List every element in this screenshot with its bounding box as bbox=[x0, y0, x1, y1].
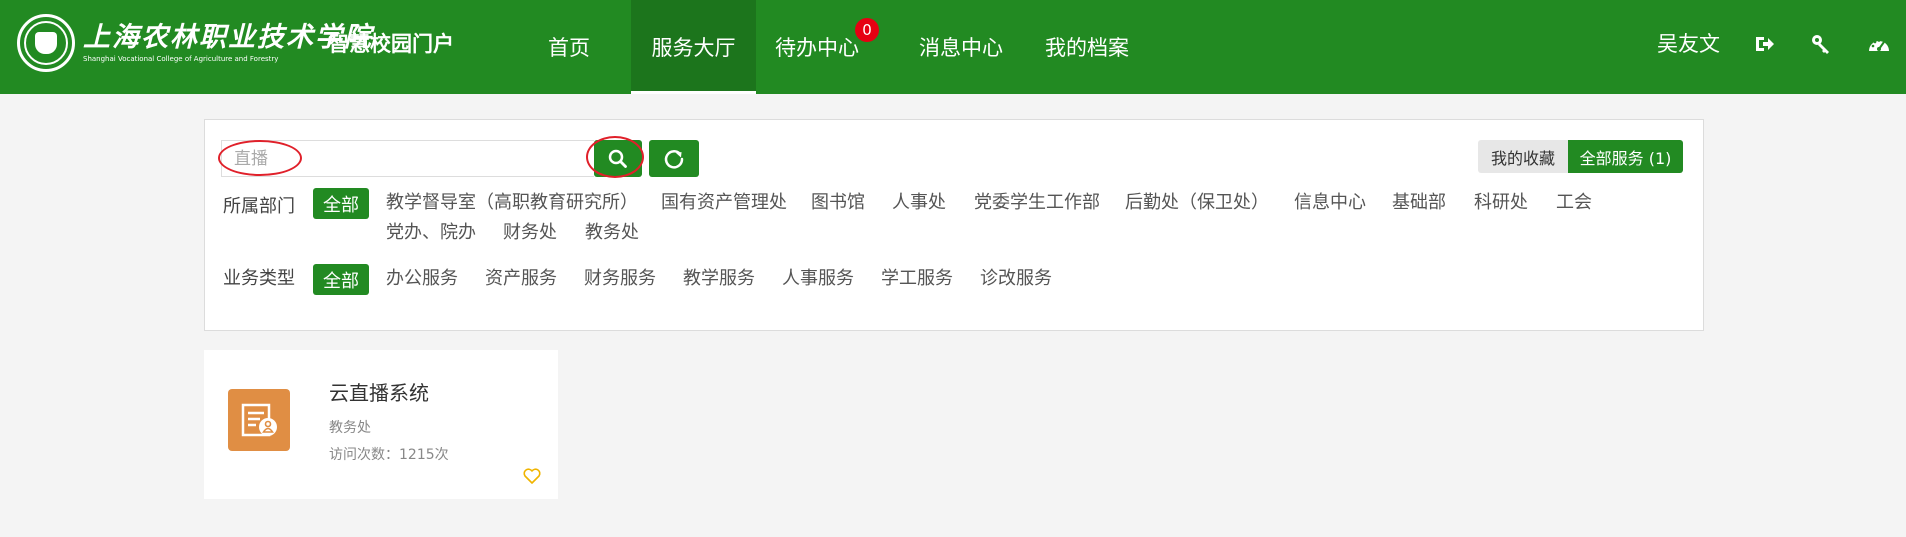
business-type-filter-label: 业务类型 bbox=[223, 268, 295, 289]
business-type-option[interactable]: 人事服务 bbox=[782, 267, 854, 291]
department-option[interactable]: 图书馆 bbox=[811, 191, 865, 215]
top-header: 上海农林职业技术学院 Shanghai Vocational College o… bbox=[0, 0, 1906, 94]
nav-todo-center-label: 待办中心 bbox=[775, 36, 859, 60]
department-option[interactable]: 国有资产管理处 bbox=[661, 191, 787, 215]
nav-my-profile-label: 我的档案 bbox=[1045, 36, 1129, 60]
department-option[interactable]: 党办、院办 bbox=[386, 221, 476, 245]
department-option[interactable]: 科研处 bbox=[1474, 191, 1528, 215]
department-option[interactable]: 工会 bbox=[1556, 191, 1592, 215]
department-filter-label: 所属部门 bbox=[223, 196, 295, 217]
portal-name: 智慧校园门户 bbox=[328, 32, 454, 56]
business-type-all-chip[interactable]: 全部 bbox=[313, 264, 369, 295]
nav-service-hall-label: 服务大厅 bbox=[651, 36, 736, 60]
search-button[interactable] bbox=[594, 140, 642, 177]
nav-todo-center[interactable]: 待办中心 bbox=[775, 0, 859, 94]
department-option[interactable]: 信息中心 bbox=[1294, 191, 1366, 215]
school-emblem-icon bbox=[17, 14, 75, 72]
department-option[interactable]: 人事处 bbox=[892, 191, 946, 215]
nav-home[interactable]: 首页 bbox=[548, 0, 590, 94]
department-option[interactable]: 党委学生工作部 bbox=[974, 191, 1100, 215]
search-input[interactable] bbox=[221, 140, 594, 177]
refresh-icon bbox=[664, 149, 684, 168]
live-document-icon bbox=[228, 389, 290, 451]
department-option[interactable]: 教学督导室（高职教育研究所） bbox=[386, 191, 638, 215]
tab-all-services[interactable]: 全部服务 (1) bbox=[1568, 140, 1683, 173]
nav-message-center[interactable]: 消息中心 bbox=[919, 0, 1003, 94]
logout-icon[interactable] bbox=[1753, 33, 1775, 55]
department-all-chip[interactable]: 全部 bbox=[313, 188, 369, 219]
department-option[interactable]: 后勤处（保卫处） bbox=[1125, 191, 1269, 215]
nav-service-hall[interactable]: 服务大厅 bbox=[631, 0, 756, 94]
user-name[interactable]: 吴友文 bbox=[1657, 30, 1720, 58]
business-type-option[interactable]: 诊改服务 bbox=[980, 267, 1052, 291]
department-option[interactable]: 基础部 bbox=[1392, 191, 1446, 215]
business-type-option[interactable]: 财务服务 bbox=[584, 267, 656, 291]
service-department: 教务处 bbox=[329, 420, 371, 436]
business-type-option[interactable]: 学工服务 bbox=[881, 267, 953, 291]
nav-my-profile[interactable]: 我的档案 bbox=[1045, 0, 1129, 94]
search-icon bbox=[608, 149, 627, 168]
dashboard-icon[interactable] bbox=[1867, 33, 1891, 55]
business-type-option[interactable]: 办公服务 bbox=[386, 267, 458, 291]
todo-count-badge: 0 bbox=[855, 18, 879, 42]
department-option[interactable]: 教务处 bbox=[585, 221, 639, 245]
business-type-option[interactable]: 教学服务 bbox=[683, 267, 755, 291]
business-type-option[interactable]: 资产服务 bbox=[485, 267, 557, 291]
service-title[interactable]: 云直播系统 bbox=[329, 380, 429, 406]
favorite-heart-icon[interactable] bbox=[522, 466, 542, 486]
school-logo[interactable]: 上海农林职业技术学院 Shanghai Vocational College o… bbox=[17, 14, 373, 72]
service-card[interactable]: 云直播系统 教务处 访问次数：1215次 bbox=[204, 350, 558, 499]
service-visit-count: 访问次数：1215次 bbox=[329, 447, 449, 463]
tab-my-favorites[interactable]: 我的收藏 bbox=[1478, 140, 1568, 173]
key-icon[interactable] bbox=[1810, 33, 1832, 55]
nav-message-center-label: 消息中心 bbox=[919, 36, 1003, 60]
refresh-button[interactable] bbox=[649, 140, 699, 177]
nav-home-label: 首页 bbox=[548, 36, 590, 60]
department-option[interactable]: 财务处 bbox=[503, 221, 557, 245]
